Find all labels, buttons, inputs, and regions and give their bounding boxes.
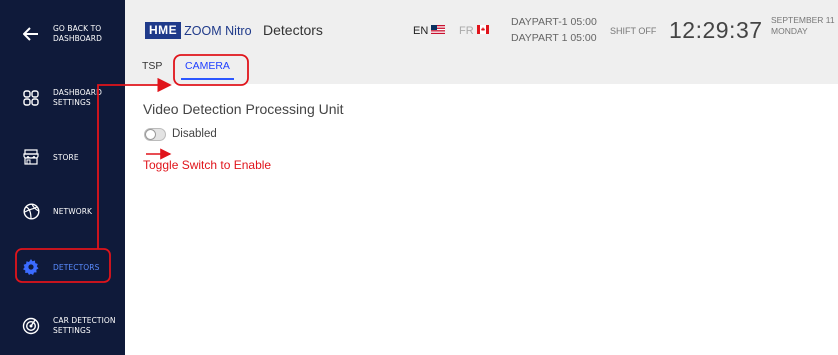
store-icon — [22, 148, 40, 166]
language-en-button[interactable]: EN — [413, 25, 446, 37]
canada-flag-icon — [476, 25, 489, 37]
daypart-line-1: DAYPART-1 05:00 — [511, 16, 597, 28]
language-fr-label: FR — [459, 25, 474, 37]
toggle-label: Disabled — [172, 128, 217, 140]
shift-status: SHIFT OFF — [610, 26, 657, 36]
toggle-knob — [145, 129, 156, 140]
arrow-left-icon — [22, 25, 40, 43]
sidebar-item-detectors[interactable]: DETECTORS — [0, 250, 125, 284]
sidebar-item-label: NETWORK — [53, 207, 93, 216]
clock: 12:29:37 — [669, 17, 763, 43]
tab-active-indicator — [181, 78, 234, 80]
sidebar-item-label: DETECTORS — [53, 263, 100, 272]
logo-hme: HME — [145, 22, 182, 39]
daypart-line-2: DAYPART 1 05:00 — [511, 32, 597, 44]
sidebar-item-label: CAR DETECTION SETTINGS — [53, 316, 116, 335]
language-fr-button[interactable]: FR — [459, 25, 489, 37]
radar-icon — [22, 317, 40, 335]
grid-icon — [22, 89, 40, 107]
sidebar-item-dashboard-settings[interactable]: DASHBOARD SETTINGS — [0, 78, 125, 118]
date: SEPTEMBER 11 MONDAY — [771, 15, 835, 37]
page-title: Detectors — [263, 22, 323, 38]
gear-icon — [22, 258, 40, 276]
sidebar-item-label: DASHBOARD SETTINGS — [53, 88, 102, 107]
date-line-2: MONDAY — [771, 26, 808, 36]
header: HME ZOOM Nitro Detectors EN FR DAYPART-1… — [125, 0, 838, 84]
tab-tsp[interactable]: TSP — [142, 60, 162, 72]
sidebar: GO BACK TO DASHBOARD DASHBOARD SETTINGS … — [0, 0, 125, 355]
vdpu-toggle-switch[interactable] — [144, 128, 166, 141]
sidebar-item-go-back[interactable]: GO BACK TO DASHBOARD — [0, 14, 125, 54]
sidebar-item-car-detection-settings[interactable]: CAR DETECTION SETTINGS — [0, 306, 125, 346]
annotation-hint: Toggle Switch to Enable — [143, 158, 272, 172]
daypart-info: DAYPART-1 05:00 DAYPART 1 05:00 — [511, 14, 597, 46]
sidebar-item-network[interactable]: NETWORK — [0, 194, 125, 228]
network-icon — [22, 202, 40, 220]
logo: HME ZOOM Nitro — [145, 22, 252, 39]
language-en-label: EN — [413, 25, 429, 37]
us-flag-icon — [431, 25, 446, 37]
sidebar-item-store[interactable]: STORE — [0, 140, 125, 174]
date-line-1: SEPTEMBER 11 — [771, 15, 835, 25]
sidebar-item-label: STORE — [53, 153, 79, 162]
section-title: Video Detection Processing Unit — [143, 101, 344, 117]
tab-camera[interactable]: CAMERA — [185, 60, 230, 72]
logo-zoom-nitro: ZOOM Nitro — [184, 23, 252, 38]
sidebar-item-label: GO BACK TO DASHBOARD — [53, 24, 102, 43]
